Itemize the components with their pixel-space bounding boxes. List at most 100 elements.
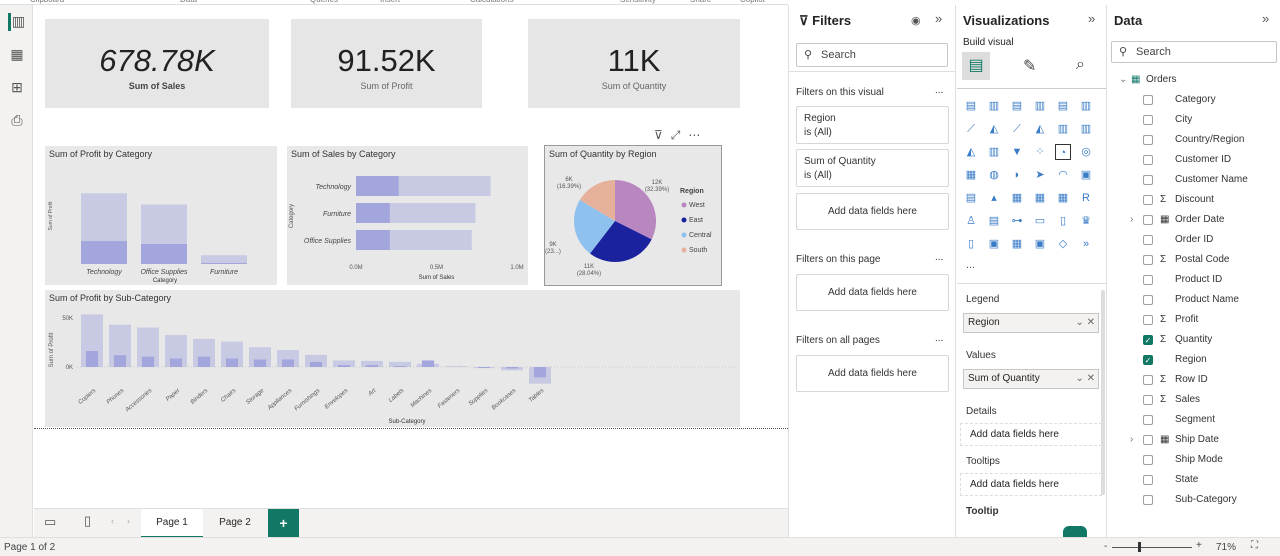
checkbox[interactable] <box>1143 415 1153 425</box>
visual-type-icon[interactable]: ◭ <box>1032 121 1048 137</box>
card-sum-of-sales[interactable]: 678.78K Sum of Sales <box>45 19 269 108</box>
table-view-icon[interactable]: ▦ <box>8 46 26 64</box>
checkbox[interactable] <box>1143 455 1153 465</box>
visual-type-icon[interactable]: ▣ <box>1032 236 1048 252</box>
collapse-icon[interactable]: » <box>1262 11 1269 26</box>
chevron-right-icon[interactable]: › <box>1130 430 1133 450</box>
more-options-icon[interactable]: ... <box>935 252 943 263</box>
details-drop[interactable]: Add data fields here <box>960 423 1102 446</box>
visual-type-icon[interactable]: ⁘ <box>1032 144 1048 160</box>
visual-type-icon[interactable]: ▭ <box>1032 213 1048 229</box>
checkbox[interactable] <box>1143 255 1153 265</box>
visual-type-icon[interactable]: ▦ <box>1009 190 1025 206</box>
collapse-icon[interactable]: » <box>935 11 942 26</box>
chart-profit-by-subcategory[interactable]: Sum of Profit by Sub-Category Copiers Pho… <box>45 290 740 427</box>
visual-type-icon[interactable]: ▣ <box>986 236 1002 252</box>
field-item[interactable]: › ▦ Ship Date <box>1108 430 1280 450</box>
checkbox[interactable] <box>1143 475 1153 485</box>
table-orders[interactable]: ⌄ ▦ Orders <box>1108 70 1280 90</box>
visual-type-icon[interactable]: ◔ <box>1055 144 1071 160</box>
checkbox[interactable] <box>1143 495 1153 505</box>
visual-type-icon[interactable]: ▤ <box>986 213 1002 229</box>
checkbox[interactable] <box>1143 175 1153 185</box>
visual-type-icon[interactable]: ▯ <box>1055 213 1071 229</box>
visual-type-icon[interactable]: ▤ <box>1009 98 1025 114</box>
field-item[interactable]: Country/Region <box>1108 130 1280 150</box>
chart-sales-by-category[interactable]: Sum of Sales by Category Technology Furni… <box>287 146 528 285</box>
checkbox[interactable] <box>1143 95 1153 105</box>
visual-type-icon[interactable]: ◗ <box>1009 167 1025 183</box>
visual-type-icon[interactable]: ▥ <box>1055 121 1071 137</box>
visual-type-icon[interactable]: ⊶ <box>1009 213 1025 229</box>
checkbox[interactable] <box>1143 115 1153 125</box>
visual-type-icon[interactable]: ▦ <box>1032 190 1048 206</box>
chart-profit-by-category[interactable]: Sum of Profit by Category Technology Offi… <box>45 146 277 285</box>
add-page-filter-drop[interactable]: Add data fields here <box>796 274 949 311</box>
mobile-layout-icon[interactable]: ▯ <box>84 513 91 529</box>
checkbox[interactable] <box>1143 395 1153 405</box>
checkbox[interactable] <box>1143 275 1153 285</box>
field-item[interactable]: Product Name <box>1108 290 1280 310</box>
card-sum-of-quantity[interactable]: 11K Sum of Quantity <box>528 19 740 108</box>
field-item[interactable]: Order ID <box>1108 230 1280 250</box>
checkbox[interactable]: ✓ <box>1143 355 1153 365</box>
build-visual-tab[interactable]: ▤ <box>962 52 990 80</box>
visual-type-icon[interactable]: ▥ <box>1078 98 1094 114</box>
filters-search-input[interactable]: ⚲ Search <box>796 43 948 67</box>
visual-type-icon[interactable]: ▤ <box>1055 98 1071 114</box>
values-field[interactable]: Sum of Quantity ⌄ ✕ <box>963 369 1099 389</box>
more-options-icon[interactable]: ... <box>935 85 943 96</box>
visual-type-icon[interactable]: ◠ <box>1055 167 1071 183</box>
field-item[interactable]: ✓ Region <box>1108 350 1280 370</box>
checkbox[interactable] <box>1143 315 1153 325</box>
zoom-out-button[interactable]: - <box>1104 541 1107 552</box>
focus-mode-icon[interactable]: ⤢ <box>671 128 689 142</box>
visual-type-icon[interactable]: ▥ <box>986 98 1002 114</box>
field-item[interactable]: Σ Sales <box>1108 390 1280 410</box>
chevron-right-icon[interactable]: › <box>1130 210 1133 230</box>
visual-type-icon[interactable]: ▼ <box>1009 144 1025 160</box>
checkbox[interactable] <box>1143 235 1153 245</box>
checkbox[interactable] <box>1143 375 1153 385</box>
tab-page-1[interactable]: Page 1 <box>141 509 203 538</box>
prev-page-icon[interactable]: ‹ <box>111 516 114 526</box>
checkbox[interactable] <box>1143 215 1153 225</box>
visual-type-icon[interactable]: ⟋ <box>963 121 979 137</box>
analytics-tab[interactable]: ⌕ <box>1076 56 1085 74</box>
field-item[interactable]: Sub-Category <box>1108 490 1280 510</box>
legend-field[interactable]: Region ⌄ ✕ <box>963 313 1099 333</box>
field-item[interactable]: Product ID <box>1108 270 1280 290</box>
report-view-icon[interactable]: ▥ <box>8 13 26 31</box>
visual-type-icon[interactable]: ◭ <box>986 121 1002 137</box>
toggle-switch[interactable] <box>1063 526 1087 537</box>
visual-type-icon[interactable]: ▯ <box>963 236 979 252</box>
checkbox[interactable] <box>1143 155 1153 165</box>
visual-type-icon[interactable]: ▥ <box>986 144 1002 160</box>
desktop-layout-icon[interactable]: ▭ <box>44 514 56 530</box>
checkbox[interactable]: ✓ <box>1143 335 1153 345</box>
visual-type-icon[interactable]: ◍ <box>986 167 1002 183</box>
visual-type-icon[interactable]: ➤ <box>1032 167 1048 183</box>
visual-type-icon[interactable]: ▥ <box>1078 121 1094 137</box>
tooltips-drop[interactable]: Add data fields here <box>960 473 1102 496</box>
field-item[interactable]: Category <box>1108 90 1280 110</box>
add-page-button[interactable]: + <box>268 509 299 538</box>
add-all-pages-filter-drop[interactable]: Add data fields here <box>796 355 949 392</box>
field-item[interactable]: State <box>1108 470 1280 490</box>
format-visual-tab[interactable]: ✎ <box>1023 56 1036 76</box>
dax-query-icon[interactable]: ⎙ <box>8 112 26 130</box>
visual-type-icon[interactable]: ◭ <box>963 144 979 160</box>
next-page-icon[interactable]: › <box>127 516 130 526</box>
visual-type-icon[interactable]: ⟋ <box>1009 121 1025 137</box>
checkbox[interactable] <box>1143 135 1153 145</box>
field-item[interactable]: City <box>1108 110 1280 130</box>
field-item[interactable]: Segment <box>1108 410 1280 430</box>
more-options-icon[interactable]: ... <box>935 333 943 344</box>
field-item[interactable]: Σ Postal Code <box>1108 250 1280 270</box>
more-visuals-icon[interactable]: ... <box>966 259 975 271</box>
field-item[interactable]: Σ Row ID <box>1108 370 1280 390</box>
visual-type-icon[interactable]: ▥ <box>1032 98 1048 114</box>
card-sum-of-profit[interactable]: 91.52K Sum of Profit <box>291 19 482 108</box>
visual-type-icon[interactable]: ◎ <box>1078 144 1094 160</box>
tab-page-2[interactable]: Page 2 <box>204 509 266 538</box>
